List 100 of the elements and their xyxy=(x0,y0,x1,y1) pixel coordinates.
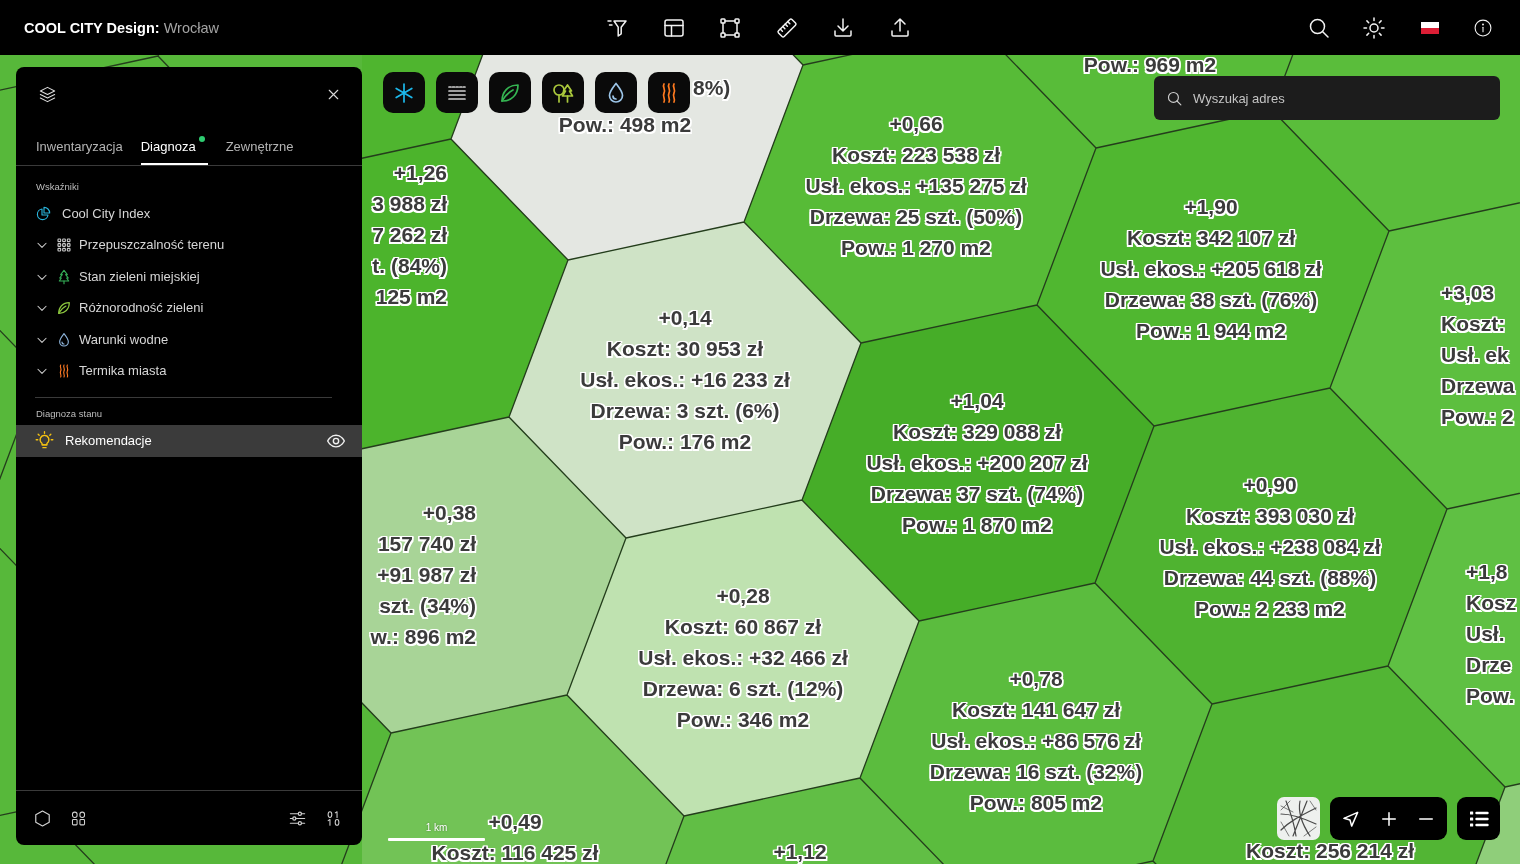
layer-button[interactable] xyxy=(542,72,584,113)
ruler-icon[interactable] xyxy=(774,15,799,40)
grid-view-icon[interactable] xyxy=(70,809,87,827)
tree-count-label: t. (84%) xyxy=(372,256,447,276)
tree-count-label: Drzewa: 6 szt. (12%) xyxy=(642,679,844,699)
layer-item[interactable]: Termika miasta xyxy=(16,355,362,387)
tree-count-label: Drzewa: 44 szt. (88%) xyxy=(1163,568,1377,588)
layer-item[interactable]: Rekomendacje xyxy=(16,425,362,457)
info-icon[interactable] xyxy=(1473,17,1493,38)
cost-label: Koszt: 256 214 zł xyxy=(1245,841,1415,861)
tree-icon xyxy=(56,268,72,285)
score-label: +0,49 xyxy=(488,812,542,832)
tree-count-label: Drzewa: 16 szt. (32%) xyxy=(929,762,1143,782)
score-label: +0,14 xyxy=(658,308,712,328)
ecosystem-value-label: Usł. ekos.: +238 084 zł xyxy=(1159,537,1381,557)
layer-item[interactable]: Cool City Index xyxy=(16,198,362,230)
city-name: Wrocław xyxy=(163,19,219,36)
cost-label: Koszt: xyxy=(1441,314,1506,334)
selection-frame-icon[interactable] xyxy=(718,15,743,40)
cost-label: 157 740 zł xyxy=(377,534,476,554)
legend-button[interactable] xyxy=(1457,797,1500,840)
ecosystem-value-label: Usł. ekos.: +205 618 zł xyxy=(1100,259,1322,279)
layer-button[interactable] xyxy=(383,72,425,113)
dot-grid-icon xyxy=(56,237,72,254)
tree-count-label: Drzewa: 38 szt. (76%) xyxy=(1104,290,1318,310)
lightbulb-icon xyxy=(35,431,54,451)
search-icon xyxy=(1166,89,1183,107)
leaf-icon xyxy=(56,300,72,317)
area-label: Pow.: 498 m2 xyxy=(558,115,692,135)
ecosystem-value-label: Usł. xyxy=(1466,624,1505,644)
ecosystem-value-label: Usł. ek xyxy=(1441,345,1509,365)
area-label: Pow.: 2 233 m2 xyxy=(1195,599,1345,619)
hexagon-icon[interactable] xyxy=(33,808,52,828)
ecosystem-value-label: +91 987 zł xyxy=(377,565,476,585)
street-map-icon xyxy=(1280,800,1317,837)
score-label: +3,03 xyxy=(1441,283,1495,303)
section-title: Diagnoza stanu xyxy=(35,407,104,421)
cost-label: Koszt: 329 088 zł xyxy=(892,422,1062,442)
tree-count-label: 8%) xyxy=(693,78,731,98)
score-label: +0,38 xyxy=(422,503,476,523)
score-label: +0,66 xyxy=(889,114,943,134)
area-label: w.: 896 m2 xyxy=(370,627,476,647)
layer-button[interactable] xyxy=(648,72,690,113)
ecosystem-value-label: Usł. ekos.: +16 233 zł xyxy=(580,370,790,390)
score-label: +1,04 xyxy=(950,391,1004,411)
layer-button[interactable] xyxy=(436,72,478,113)
app-title: COOL CITY Design: xyxy=(24,19,160,36)
cost-label: Koszt: 393 030 zł xyxy=(1185,506,1355,526)
cost-label: Koszt: 30 953 zł xyxy=(606,339,764,359)
cost-label: Koszt: 342 107 zł xyxy=(1126,228,1296,248)
sidebar-tab[interactable]: Diagnoza xyxy=(140,122,208,165)
tree-count-label: Drzewa xyxy=(1441,376,1515,396)
scale-label: 1 km xyxy=(425,822,448,834)
search-field[interactable]: Wyszukaj adres xyxy=(1154,76,1500,120)
layers-icon xyxy=(38,85,57,104)
layer-button[interactable] xyxy=(595,72,637,113)
area-label: Pow.: 1 870 m2 xyxy=(902,515,1052,535)
map-style-button[interactable] xyxy=(1277,797,1320,840)
tree-count-label: Drzewa: 37 szt. (74%) xyxy=(870,484,1084,504)
ecosystem-value-label: Usł. ekos.: +86 576 zł xyxy=(931,731,1141,751)
score-label: +0,28 xyxy=(716,586,770,606)
tree-count-label: szt. (34%) xyxy=(379,596,476,616)
score-label: +1,90 xyxy=(1184,197,1238,217)
sidebar-tab[interactable]: Zewnętrzne xyxy=(225,122,294,165)
cost-label: 3 988 zł xyxy=(372,194,447,214)
layer-item[interactable]: Stan zieleni miejskiej xyxy=(16,261,362,293)
area-label: Pow.: 969 m2 xyxy=(1083,55,1217,75)
binary-icon[interactable] xyxy=(325,809,342,827)
ecosystem-value-label: Usł. ekos.: +32 466 zł xyxy=(638,648,848,668)
drop-icon xyxy=(56,331,72,348)
area-label: 125 m2 xyxy=(375,287,447,307)
tree-count-label: Drze xyxy=(1466,655,1512,675)
area-label: Pow.: 1 270 m2 xyxy=(841,238,991,258)
layer-item[interactable]: Warunki wodne xyxy=(16,324,362,356)
asterisk-icon xyxy=(392,80,416,105)
flag-icon[interactable] xyxy=(1420,21,1439,34)
ecosystem-value-label: Usł. ekos.: +200 207 zł xyxy=(866,453,1088,473)
area-label: Pow.: 346 m2 xyxy=(676,710,810,730)
area-label: Pow.: 176 m2 xyxy=(618,432,752,452)
layer-item[interactable]: Przepuszczalność terenu xyxy=(16,229,362,261)
cost-label: Kosz xyxy=(1466,593,1517,613)
layer-button[interactable] xyxy=(489,72,531,113)
cost-label: Koszt: 141 647 zł xyxy=(951,700,1121,720)
score-label: +0,78 xyxy=(1009,669,1063,689)
layer-item[interactable]: Różnorodność zieleni xyxy=(16,292,362,324)
section-title: Wskaźniki xyxy=(35,180,80,194)
score-label: +1,26 xyxy=(393,163,447,183)
sidebar-tab[interactable]: Inwentaryzacja xyxy=(36,122,123,165)
score-label: +0,90 xyxy=(1243,475,1297,495)
tree-count-label: Drzewa: 3 szt. (6%) xyxy=(590,401,780,421)
area-label: Pow.: 1 944 m2 xyxy=(1136,321,1286,341)
area-label: Pow.: 805 m2 xyxy=(969,793,1103,813)
cost-label: Koszt: 116 425 zł xyxy=(431,843,599,863)
sun-icon[interactable] xyxy=(1362,15,1386,40)
tree-count-label: Drzewa: 25 szt. (50%) xyxy=(809,207,1023,227)
cost-label: Koszt: 60 867 zł xyxy=(664,617,822,637)
score-label: +1,12 xyxy=(773,842,827,862)
ecosystem-value-label: Usł. ekos.: +135 275 zł xyxy=(805,176,1027,196)
ecosystem-value-label: 7 262 zł xyxy=(372,225,447,245)
area-label: Pow.: 2 xyxy=(1441,407,1514,427)
